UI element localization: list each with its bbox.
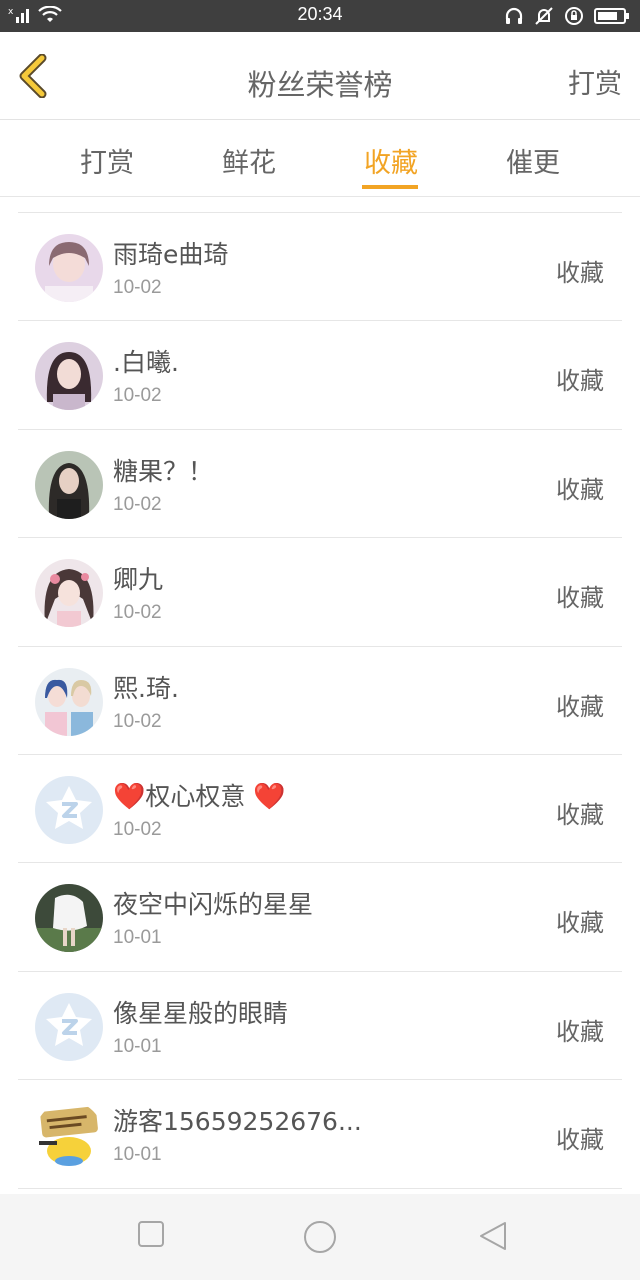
status-icons	[504, 6, 630, 26]
user-name: 雨琦e曲琦	[113, 240, 229, 269]
item-date: 10-01	[113, 1035, 162, 1057]
list-item[interactable]: ❤️权心权意 ❤️ 10-02 收藏	[18, 755, 622, 864]
battery-icon	[594, 8, 629, 24]
app-header: 粉丝荣誉榜 打赏	[0, 32, 640, 120]
item-action: 收藏	[556, 475, 604, 504]
list-item[interactable]: 糖果？！ 10-02 收藏	[18, 430, 622, 539]
list-item[interactable]: 卿九 10-02 收藏	[18, 538, 622, 647]
user-name: 像星星般的眼睛	[113, 998, 289, 1028]
default-qq-avatar-icon	[35, 992, 103, 1061]
user-name: .白曦.	[113, 348, 179, 378]
item-date: 10-02	[113, 710, 162, 732]
recent-apps-square-icon[interactable]	[137, 1220, 165, 1248]
item-date: 10-02	[113, 818, 162, 840]
list-item[interactable]: 夜空中闪烁的星星 10-01 收藏	[18, 863, 622, 972]
tab-label: 打赏	[80, 148, 134, 179]
item-action: 收藏	[556, 800, 604, 829]
item-date: 10-02	[113, 493, 162, 515]
sticker-avatar	[35, 1101, 103, 1170]
tab-flowers[interactable]: 鲜花	[189, 141, 309, 180]
reward-button[interactable]: 打赏	[568, 62, 622, 101]
tab-favorites[interactable]: 收藏	[331, 141, 451, 189]
status-bar: x 20:34	[0, 0, 640, 32]
item-action: 收藏	[556, 367, 604, 396]
fan-list: 雨琦e曲琦 10-02 收藏 .白曦. 10-02 收藏 糖果？！ 10-02 …	[18, 212, 622, 1189]
list-item[interactable]: .白曦. 10-02 收藏	[18, 321, 622, 430]
avatar	[35, 450, 103, 519]
item-action: 收藏	[556, 692, 604, 721]
item-date: 10-02	[113, 385, 162, 407]
heart-icon: ❤️	[253, 781, 286, 812]
list-item[interactable]: 像星星般的眼睛 10-01 收藏	[18, 972, 622, 1081]
item-action: 收藏	[556, 1017, 604, 1046]
avatar	[35, 234, 103, 302]
tab-label: 鲜花	[222, 148, 276, 179]
list-item[interactable]: 熙.琦. 10-02 收藏	[18, 647, 622, 755]
item-action: 收藏	[556, 1126, 604, 1155]
system-nav-bar	[0, 1194, 640, 1280]
mute-bell-icon	[535, 7, 553, 25]
tab-bar: 打赏 鲜花 收藏 催更	[0, 121, 640, 197]
avatar	[35, 559, 103, 628]
list-item[interactable]: 游客15659252676... 10-01 收藏	[18, 1080, 622, 1189]
page-title: 粉丝荣誉榜	[247, 68, 393, 102]
headphones-icon	[505, 7, 523, 24]
rotation-lock-icon	[565, 7, 583, 25]
heart-icon: ❤️	[113, 781, 146, 812]
tab-label: 收藏	[364, 148, 418, 179]
tab-reward[interactable]: 打赏	[47, 141, 167, 180]
item-date: 10-02	[113, 602, 162, 624]
back-triangle-icon[interactable]	[478, 1220, 508, 1252]
user-name: 夜空中闪烁的星星	[113, 890, 314, 920]
item-action: 收藏	[556, 909, 604, 938]
avatar	[35, 667, 103, 736]
tab-indicator	[362, 185, 418, 189]
user-name: 熙.琦.	[113, 673, 179, 703]
item-action: 收藏	[556, 584, 604, 613]
default-qq-avatar-icon	[35, 775, 103, 844]
tab-urge[interactable]: 催更	[473, 141, 593, 180]
user-name: 糖果？！	[113, 456, 214, 486]
item-date: 10-01	[113, 927, 162, 949]
home-circle-icon[interactable]	[303, 1220, 337, 1254]
item-action: 收藏	[556, 259, 604, 287]
avatar	[35, 884, 103, 953]
user-name: 卿九	[113, 565, 164, 595]
item-date: 10-01	[113, 1144, 162, 1166]
item-date: 10-02	[113, 277, 162, 298]
user-name: ❤️权心权意 ❤️	[113, 781, 286, 812]
tab-label: 催更	[506, 148, 560, 179]
avatar	[35, 342, 103, 411]
list-item[interactable]: 雨琦e曲琦 10-02 收藏	[18, 213, 622, 322]
user-name: 游客15659252676...	[113, 1107, 362, 1137]
